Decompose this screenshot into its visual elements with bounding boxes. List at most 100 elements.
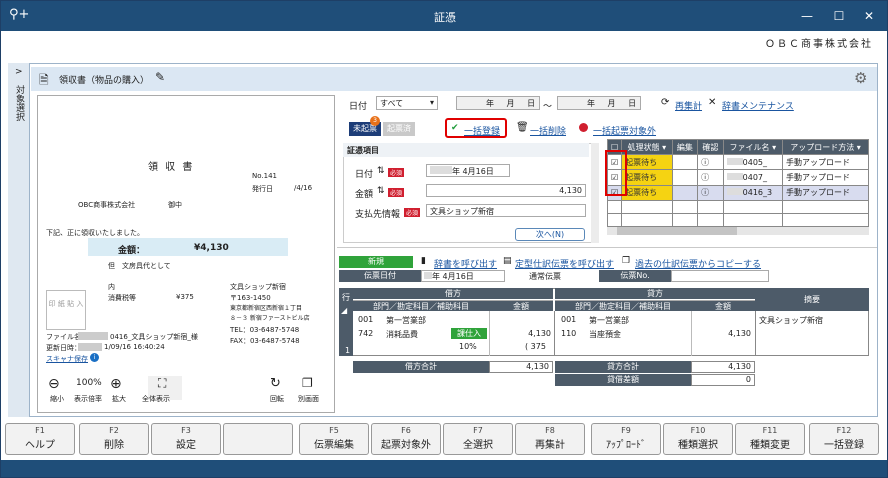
book-icon[interactable]: ▮	[421, 256, 426, 266]
fkey-button-9[interactable]: F9 ｱｯﾌﾟﾛｰﾄﾞ	[591, 423, 661, 455]
target-select-tab[interactable]: > 対象選択	[8, 63, 30, 417]
required-badge: 必須	[388, 168, 405, 177]
sync-icon-2[interactable]: ⇅	[377, 186, 385, 196]
date-filter-select[interactable]: すべて ▾	[376, 96, 438, 110]
voucher-scrollbar[interactable]	[591, 143, 599, 243]
fkey-button-1[interactable]: F1 ヘルプ	[5, 423, 75, 455]
template-icon[interactable]: ▤	[503, 256, 512, 266]
separate-window-icon[interactable]: ❐	[302, 376, 313, 390]
debit-dept: 第一営業部	[386, 316, 426, 325]
chevron-right-icon[interactable]: >	[15, 67, 23, 77]
date-from-input[interactable]: 年 月 日	[456, 96, 540, 110]
tax-amount: ( 375	[525, 342, 546, 351]
fkey-label: 伝票編集	[314, 440, 354, 451]
bulk-delete-link[interactable]: 一括削除	[530, 124, 566, 137]
credit-total: 4,130	[691, 361, 755, 373]
table-row-selected[interactable]: ☑ 起票待ち ⓘ 0416_3 手動アップロード	[606, 184, 869, 201]
preview-addr1: 東京都新宿区西新宿１丁目	[230, 305, 303, 312]
fkey-code: F7	[473, 426, 483, 435]
minimize-icon[interactable]: —	[797, 6, 817, 26]
tab-processed[interactable]: 起票済	[383, 122, 415, 136]
row-method: 手動アップロード	[782, 184, 869, 201]
gear-icon[interactable]: ⚙	[854, 69, 867, 87]
refresh-icon[interactable]: ⟳	[661, 97, 669, 108]
copy-icon[interactable]: ❐	[622, 256, 630, 266]
lightbulb-icon[interactable]: ⓘ	[697, 184, 724, 201]
close-icon[interactable]: ✕	[859, 6, 879, 26]
row-file: 0407_	[722, 169, 784, 186]
trash-icon[interactable]: 🗑	[516, 122, 529, 133]
divider	[337, 247, 877, 248]
fkey-button-12[interactable]: F12 一括登録	[809, 423, 879, 455]
dict-call-link[interactable]: 辞書を呼び出す	[434, 257, 497, 270]
col-confirm[interactable]: 確認	[697, 138, 724, 156]
fkey-code: F2	[109, 426, 119, 435]
fkey-button-3[interactable]: F3 設定	[151, 423, 221, 455]
tax-rate: 10%	[459, 342, 477, 351]
col-file[interactable]: ファイル名 ▾	[722, 138, 784, 156]
fkey-button-8[interactable]: F8 再集計	[515, 423, 585, 455]
fkey-code: F3	[181, 426, 191, 435]
fit-icon[interactable]: ⛶	[158, 376, 166, 391]
zoom-out-label: 縮小	[50, 395, 64, 403]
bulk-exclude-link[interactable]: 一括起票対象外	[593, 124, 656, 137]
lightbulb-icon[interactable]: ⓘ	[697, 154, 724, 171]
fkey-button-5[interactable]: F5 伝票編集	[299, 423, 369, 455]
next-button[interactable]: 次へ(N)	[515, 228, 585, 241]
debit-total-label: 借方合計	[353, 361, 489, 373]
fkey-button-11[interactable]: F11 種類変更	[735, 423, 805, 455]
zoom-out-icon[interactable]: ⊖	[48, 376, 60, 392]
info-icon[interactable]: i	[90, 353, 99, 362]
fkey-code: F10	[690, 426, 706, 435]
tax-badge: 課仕入	[451, 328, 487, 339]
row-method: 手動アップロード	[782, 169, 869, 186]
recalc-link[interactable]: 再集計	[675, 99, 702, 112]
next-button-label: 次へ(N)	[535, 230, 565, 239]
to-year: 年	[587, 99, 595, 108]
sync-icon[interactable]: ⇅	[377, 166, 385, 176]
table-row[interactable]: ☑ 起票待ち ⓘ 0405_ 手動アップロード	[606, 154, 869, 171]
col-edit[interactable]: 編集	[671, 138, 699, 156]
table-row[interactable]: ☑ 起票待ち ⓘ 0407_ 手動アップロード	[606, 169, 869, 186]
zoom-level-label: 表示倍率	[74, 395, 102, 403]
dict-maint-link[interactable]: 辞書メンテナンス	[722, 99, 794, 112]
rotate-icon[interactable]: ↻	[270, 376, 281, 391]
maximize-icon[interactable]: ☐	[829, 6, 849, 26]
voucher-amount-input[interactable]: 4,130	[426, 184, 586, 197]
chevron-icon[interactable]: ◢	[341, 306, 347, 315]
col-status[interactable]: 処理状態 ▾	[621, 138, 673, 156]
revenue-stamp-box: 印 紙 貼 入	[46, 290, 86, 330]
row-file-name: 0407_	[742, 173, 767, 183]
credit-dept: 第一営業部	[589, 316, 629, 325]
zoom-in-icon[interactable]: ⊕	[110, 376, 122, 392]
preview-addr2: ８－３ 新宿ファーストビル店	[230, 315, 310, 322]
from-day: 日	[527, 99, 536, 108]
fkey-button-2[interactable]: F2 削除	[79, 423, 149, 455]
voucher-date-input[interactable]: 年 4月16日	[426, 164, 510, 177]
fkey-button-4[interactable]	[223, 423, 293, 455]
copy-past-link[interactable]: 過去の仕訳伝票からコピーする	[635, 257, 761, 270]
col-method[interactable]: アップロード方法 ▾	[782, 138, 869, 156]
status-bar	[1, 460, 887, 477]
bulk-register-link[interactable]: 一括登録	[464, 124, 500, 137]
slip-no-input[interactable]	[671, 270, 769, 282]
required-badge-3: 必須	[404, 208, 421, 217]
debit-dept-header: 部門／勘定科目／補助科目	[353, 300, 489, 311]
fkey-button-10[interactable]: F10 種類選択	[663, 423, 733, 455]
window-title: 証憑	[434, 11, 456, 24]
no-entry-icon[interactable]	[579, 123, 588, 132]
lightbulb-icon[interactable]: ⓘ	[697, 169, 724, 186]
new-slip-button[interactable]: 新規	[339, 256, 413, 268]
template-call-link[interactable]: 定型仕訳伝票を呼び出す	[515, 257, 614, 270]
pen-icon[interactable]: ✎	[155, 70, 165, 84]
date-to-input[interactable]: 年 月 日	[557, 96, 641, 110]
preview-amount: ¥4,130	[194, 243, 229, 253]
voucher-payee-input[interactable]: 文具ショップ新宿	[426, 204, 586, 217]
slip-date-input[interactable]: 年 4月16日	[421, 270, 505, 282]
scanner-link[interactable]: スキャナ保存	[46, 354, 88, 364]
tools-icon[interactable]: ✕	[708, 97, 716, 108]
fkey-button-7[interactable]: F7 全選択	[443, 423, 513, 455]
check-circle-icon[interactable]: ✔	[451, 123, 459, 133]
table-hscrollbar[interactable]	[607, 227, 869, 235]
fkey-button-6[interactable]: F6 起票対象外	[371, 423, 441, 455]
